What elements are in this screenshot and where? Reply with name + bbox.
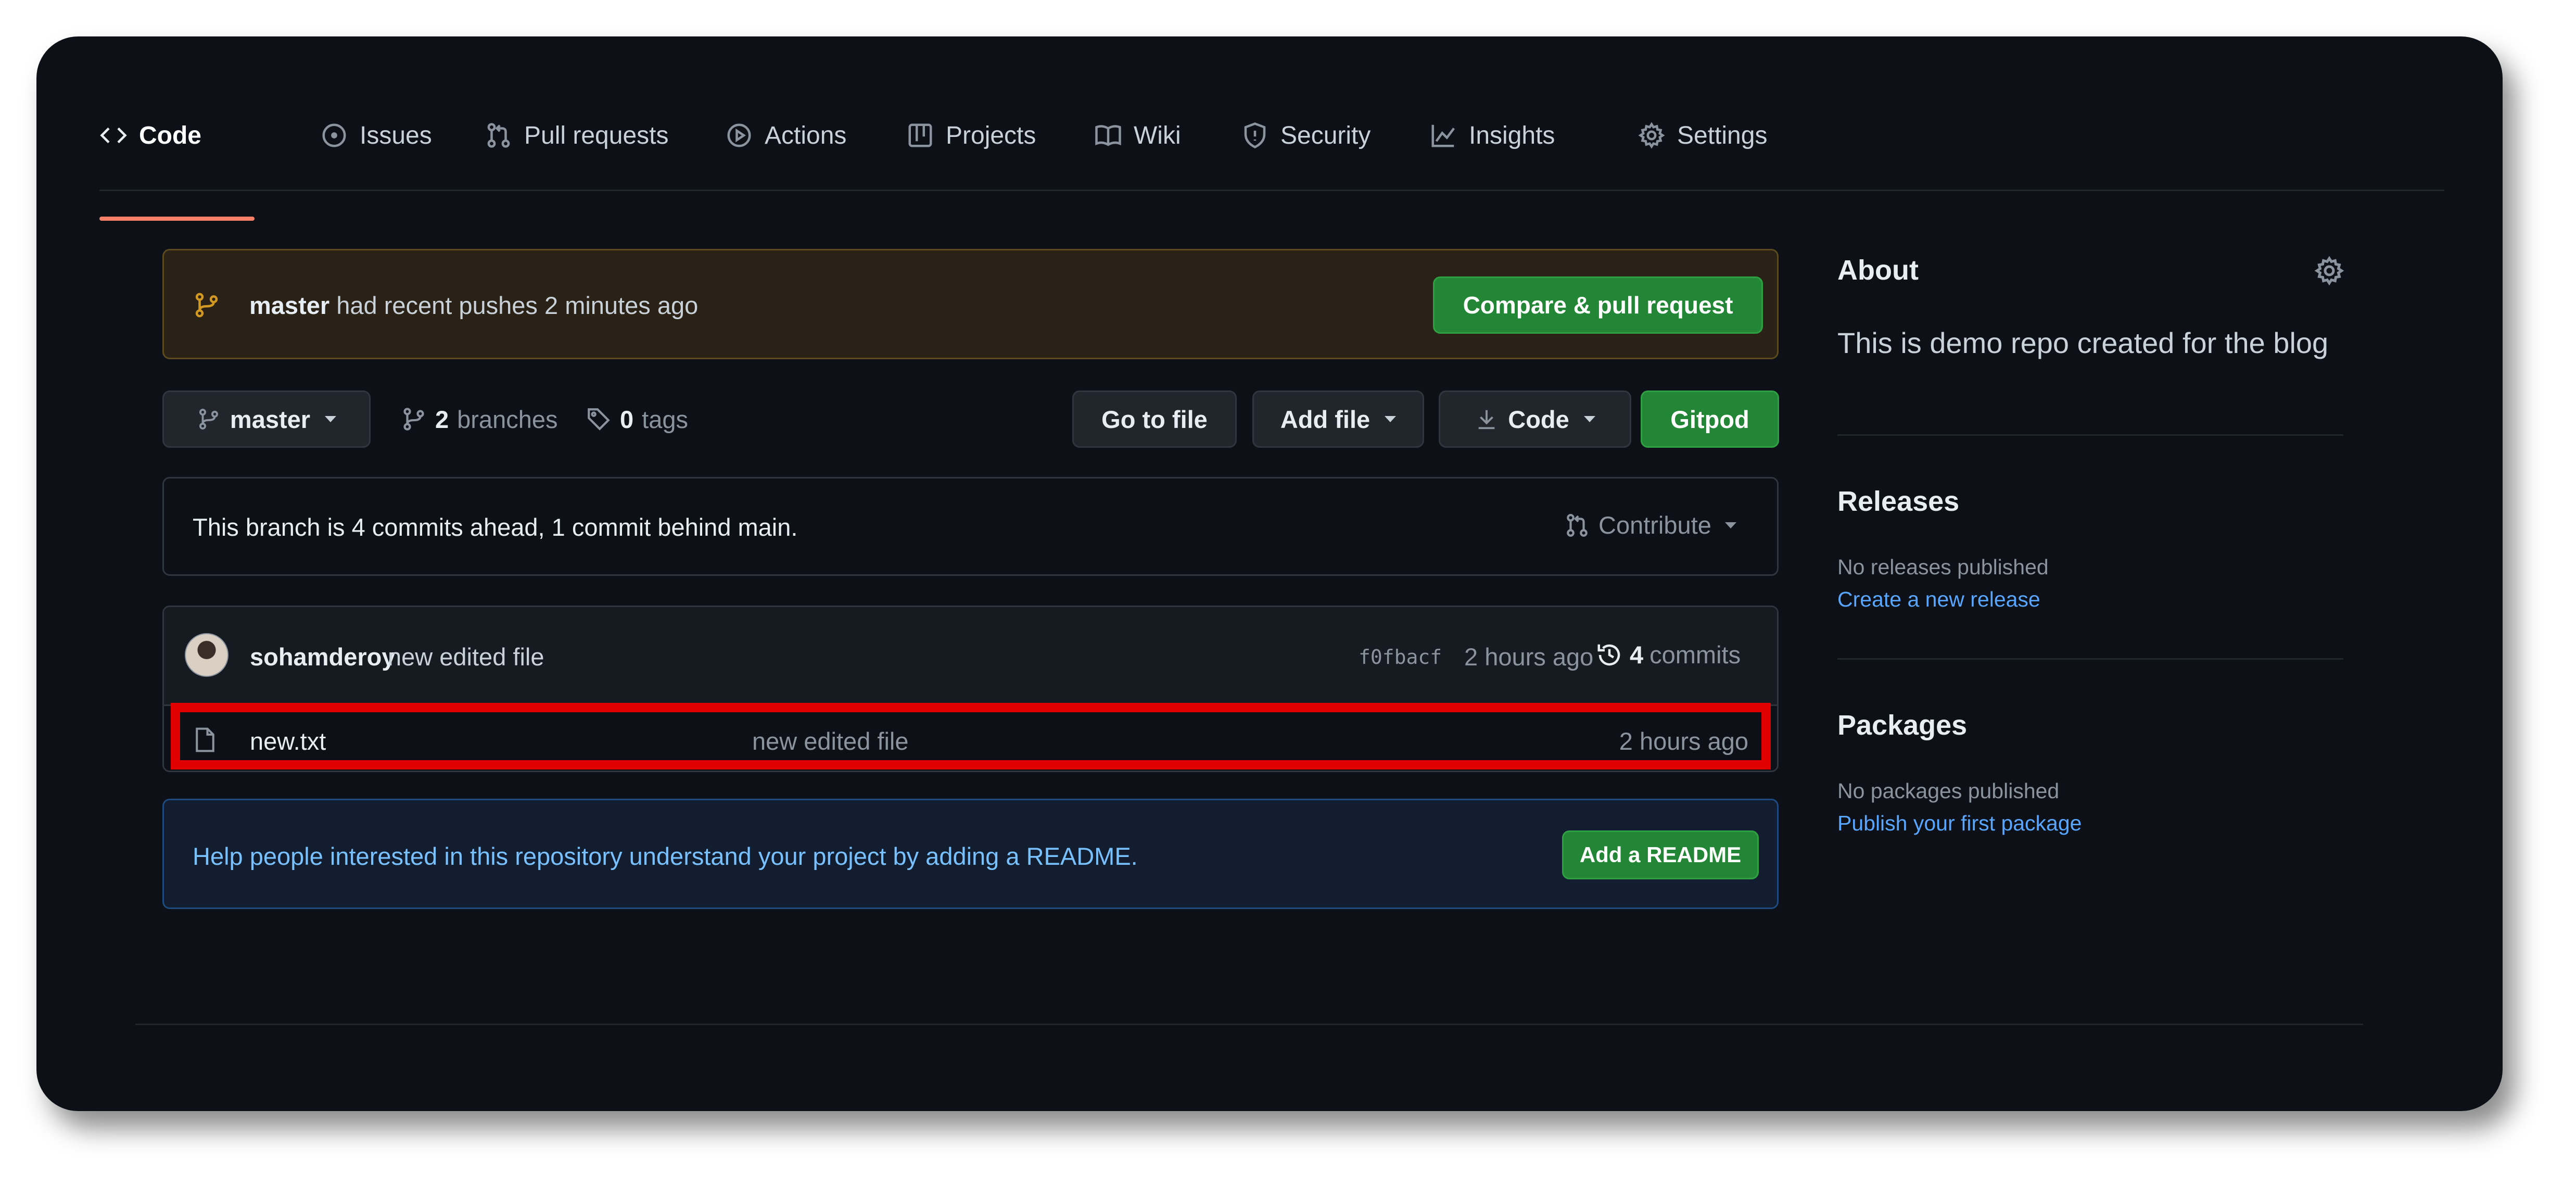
recent-push-message: master had recent pushes 2 minutes ago — [249, 291, 698, 320]
banner-branch-name[interactable]: master — [249, 292, 329, 319]
commits-history-link[interactable]: 4 commits — [1595, 640, 1741, 669]
chevron-down-icon — [1385, 416, 1397, 422]
tab-issues-label: Issues — [360, 121, 432, 149]
tab-wiki-label: Wiki — [1134, 121, 1181, 149]
ahead-behind-text: This branch is 4 commits ahead, 1 commit… — [193, 513, 798, 541]
page: Code Issues Pull requests Actions Projec… — [0, 0, 2576, 1185]
git-branch-icon — [193, 291, 221, 319]
tab-projects-label: Projects — [946, 121, 1036, 149]
chevron-down-icon — [1583, 416, 1595, 422]
packages-heading[interactable]: Packages — [1837, 709, 1967, 741]
tab-insights-label: Insights — [1469, 121, 1555, 149]
sidebar-divider — [1837, 658, 2343, 660]
tab-security[interactable]: Security — [1241, 83, 1371, 187]
shield-icon — [1244, 122, 1266, 149]
tab-security-label: Security — [1280, 121, 1371, 149]
contribute-dropdown[interactable]: Contribute — [1564, 511, 1736, 539]
tags-link[interactable]: 0 tags — [586, 396, 688, 443]
file-commit-message[interactable]: new edited file — [752, 727, 908, 755]
file-name[interactable]: new.txt — [250, 727, 326, 755]
no-releases-text: No releases published — [1837, 555, 2049, 579]
releases-heading[interactable]: Releases — [1837, 485, 1959, 518]
sidebar-divider — [1837, 434, 2343, 436]
branch-comparison-box: This branch is 4 commits ahead, 1 commit… — [162, 477, 1779, 576]
git-branch-icon — [199, 409, 218, 430]
banner-message: had recent pushes 2 minutes ago — [336, 292, 699, 319]
code-download-button[interactable]: Code — [1439, 390, 1631, 448]
create-release-link[interactable]: Create a new release — [1837, 587, 2040, 612]
code-icon — [100, 127, 127, 144]
github-repo-window: Code Issues Pull requests Actions Projec… — [36, 36, 2503, 1111]
tab-code[interactable]: Code — [99, 83, 201, 187]
commit-message[interactable]: new edited file — [388, 642, 544, 671]
gear-icon — [1638, 122, 1665, 149]
play-icon — [727, 123, 751, 147]
tab-issues[interactable]: Issues — [320, 83, 432, 187]
commits-label: commits — [1649, 641, 1741, 669]
chevron-down-icon — [325, 416, 337, 422]
branches-count: 2 — [435, 405, 449, 433]
tab-actions[interactable]: Actions — [725, 83, 846, 187]
about-description: This is demo repo created for the blog — [1837, 326, 2329, 359]
issue-icon — [322, 123, 346, 147]
about-heading: About — [1837, 255, 1919, 286]
compare-pull-request-button[interactable]: Compare & pull request — [1433, 276, 1763, 334]
tab-insights[interactable]: Insights — [1429, 83, 1555, 187]
pull-request-icon — [1567, 513, 1588, 537]
tags-count: 0 — [620, 405, 634, 433]
go-to-file-label: Go to file — [1101, 405, 1208, 433]
repo-nav-tabs: Code Issues Pull requests Actions Projec… — [99, 122, 2442, 234]
readme-prompt-text: Help people interested in this repositor… — [193, 842, 1138, 870]
commit-author[interactable]: sohamderoy — [250, 642, 395, 671]
add-file-button[interactable]: Add file — [1252, 390, 1424, 448]
recent-push-banner: master had recent pushes 2 minutes ago C… — [162, 249, 1779, 359]
git-branch-icon — [403, 408, 424, 431]
chevron-down-icon — [1724, 522, 1736, 528]
go-to-file-button[interactable]: Go to file — [1072, 390, 1237, 448]
footer-divider — [135, 1024, 2363, 1025]
file-time: 2 hours ago — [1619, 727, 1748, 755]
gear-icon[interactable] — [2314, 255, 2345, 286]
tab-projects[interactable]: Projects — [906, 83, 1036, 187]
history-icon — [1597, 644, 1620, 665]
avatar[interactable] — [185, 633, 229, 677]
book-icon — [1095, 125, 1121, 146]
commit-time: 2 hours ago — [1464, 643, 1594, 671]
branches-link[interactable]: 2 branches — [401, 396, 558, 443]
commit-sha[interactable]: f0fbacf — [1359, 646, 1442, 669]
active-tab-underline — [99, 217, 255, 221]
code-button-label: Code — [1508, 405, 1569, 433]
graph-icon — [1431, 124, 1455, 147]
branch-select-button[interactable]: master — [162, 390, 371, 448]
branches-label: branches — [457, 405, 558, 433]
tab-wiki[interactable]: Wiki — [1094, 83, 1181, 187]
list-item[interactable]: new.txt new edited file 2 hours ago — [164, 706, 1777, 771]
tab-settings-label: Settings — [1677, 121, 1768, 149]
branch-select-label: master — [230, 405, 311, 433]
readme-prompt: Help people interested in this repositor… — [162, 799, 1779, 909]
tab-code-label: Code — [139, 121, 201, 149]
gitpod-button[interactable]: Gitpod — [1641, 390, 1779, 448]
file-icon — [191, 726, 219, 754]
no-packages-text: No packages published — [1837, 779, 2060, 803]
publish-package-link[interactable]: Publish your first package — [1837, 811, 2082, 836]
tab-settings[interactable]: Settings — [1638, 83, 1767, 187]
file-list: sohamderoy new edited file f0fbacf 2 hou… — [162, 606, 1779, 772]
contribute-label: Contribute — [1598, 511, 1711, 539]
tab-pull-requests[interactable]: Pull requests — [485, 83, 668, 187]
project-table-icon — [908, 123, 932, 147]
add-readme-button[interactable]: Add a README — [1562, 830, 1759, 879]
tags-label: tags — [642, 405, 688, 433]
tab-actions-label: Actions — [765, 121, 847, 149]
tab-pull-requests-label: Pull requests — [524, 121, 669, 149]
commits-count: 4 — [1630, 641, 1644, 669]
gitpod-label: Gitpod — [1670, 405, 1749, 433]
latest-commit-row: sohamderoy new edited file f0fbacf 2 hou… — [164, 607, 1777, 706]
tag-icon — [588, 408, 610, 431]
add-file-label: Add file — [1280, 405, 1371, 433]
pull-request-icon — [487, 123, 510, 148]
download-icon — [1478, 410, 1495, 430]
